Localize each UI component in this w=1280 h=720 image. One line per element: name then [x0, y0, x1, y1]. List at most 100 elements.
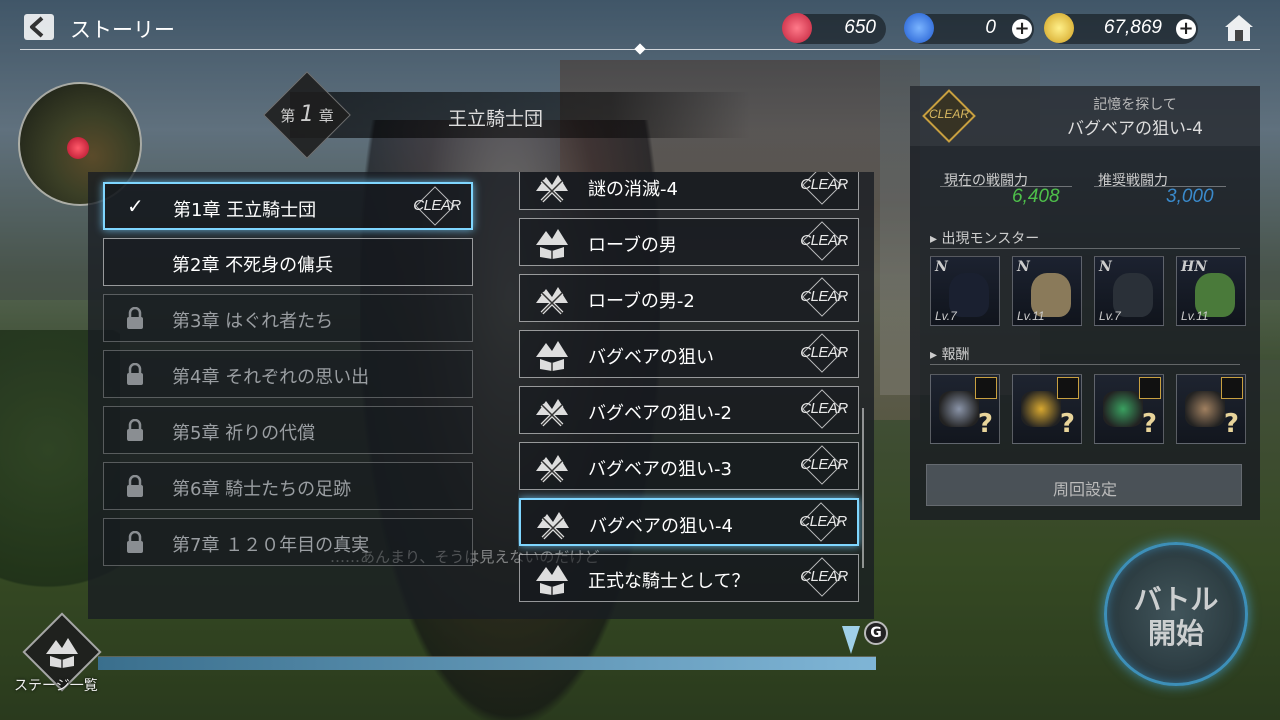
stage-item-label: バグベアの狙い-4: [589, 516, 733, 537]
chapter-item[interactable]: 第7章 １２０年目の真実: [103, 518, 473, 566]
stage-item[interactable]: 正式な騎士として？ CLEAR: [519, 554, 859, 602]
story-book-icon: [536, 229, 568, 259]
stage-item-label: ローブの男-2: [588, 291, 695, 312]
reward-flag-icon: [1057, 377, 1079, 399]
stage-item[interactable]: バグベアの狙い-3 CLEAR: [519, 442, 859, 490]
monster-level: Lv.11: [1181, 309, 1209, 323]
repeat-settings-button[interactable]: 周回設定: [926, 464, 1242, 506]
chapter-title: 王立騎士団: [448, 108, 544, 130]
clear-badge-text: CLEAR: [800, 288, 848, 305]
stage-item-label: ローブの男: [588, 235, 677, 256]
chapter-item[interactable]: 第2章 不死身の傭兵: [103, 238, 473, 286]
monster-rank: N: [935, 259, 948, 275]
clear-badge: CLEAR: [796, 445, 852, 485]
clear-badge-text: CLEAR: [800, 400, 848, 417]
reward-flag-icon: [1139, 377, 1161, 399]
story-book-icon: [536, 341, 568, 371]
lock-icon: [127, 531, 143, 553]
progress-fill: [98, 657, 876, 670]
start-battle-label: バトル 開始: [1133, 583, 1219, 650]
mountain-book-icon: [46, 638, 78, 668]
clear-badge: CLEAR: [796, 333, 852, 373]
stage-list-label: ステージ一覧: [14, 678, 98, 694]
add-sapphire-button[interactable]: +: [1012, 19, 1032, 39]
monster-slot[interactable]: N Lv.11: [1012, 256, 1082, 326]
stage-item[interactable]: バグベアの狙い-2 CLEAR: [519, 386, 859, 434]
page-title: ストーリー: [70, 18, 175, 42]
stage-item-label: バグベアの狙い: [588, 347, 714, 368]
battle-icon: [536, 399, 568, 427]
clear-badge: CLEAR: [796, 557, 852, 597]
reward-slot[interactable]: ?: [1012, 374, 1082, 444]
repeat-settings-label: 周回設定: [1052, 480, 1117, 499]
rewards-section-title: ▸ 報酬: [930, 347, 970, 363]
chapter-item[interactable]: 第4章 それぞれの思い出: [103, 350, 473, 398]
stage-item[interactable]: ローブの男-2 CLEAR: [519, 274, 859, 322]
clear-status-text: CLEAR: [928, 107, 969, 121]
grade-badge: G: [864, 621, 888, 645]
clear-badge-text: CLEAR: [799, 513, 847, 530]
checkmark-icon: ✓: [127, 194, 144, 218]
ruby-icon: [782, 13, 812, 43]
rewards-divider: [930, 364, 1240, 365]
stage-info-panel: CLEAR 記憶を探して バグベアの狙い-4 現在の戦闘力 6,408 推奨戦闘…: [910, 86, 1260, 520]
chapter-item-label: 第4章 それぞれの思い出: [172, 367, 370, 388]
reward-unknown-mark: ?: [977, 409, 993, 439]
monsters-divider: [930, 248, 1240, 249]
stage-item-label: 正式な騎士として？: [588, 571, 750, 592]
clear-badge: CLEAR: [796, 389, 852, 429]
lock-icon: [127, 419, 143, 441]
start-battle-button[interactable]: バトル 開始: [1104, 542, 1248, 686]
chapter-item-label: 第6章 騎士たちの足跡: [172, 479, 352, 500]
chapter-item-label: 第3章 はぐれ者たち: [172, 311, 334, 332]
reward-slot[interactable]: ?: [1176, 374, 1246, 444]
progress-marker: [842, 626, 860, 654]
stage-item[interactable]: バグベアの狙い-4 CLEAR: [519, 498, 859, 546]
clear-badge: CLEAR: [796, 172, 852, 205]
add-gold-button[interactable]: +: [1176, 19, 1196, 39]
battle-icon: [536, 455, 568, 483]
gold-counter: 67,869 +: [1044, 13, 1198, 44]
monster-slot[interactable]: HN Lv.11: [1176, 256, 1246, 326]
clear-badge-text: CLEAR: [800, 456, 848, 473]
recommended-power-label: 推奨戦闘力: [1098, 173, 1168, 189]
reward-item-icon: [1021, 391, 1061, 427]
sapphire-counter: 0 +: [904, 13, 1034, 44]
chapter-item-label: 第1章 王立騎士団: [173, 200, 317, 221]
chapter-item[interactable]: 第5章 祈りの代償: [103, 406, 473, 454]
reward-unknown-mark: ?: [1141, 409, 1157, 439]
chapter-item[interactable]: 第6章 騎士たちの足跡: [103, 462, 473, 510]
back-arrow-icon[interactable]: [22, 12, 56, 42]
chapter-item[interactable]: 第3章 はぐれ者たち: [103, 294, 473, 342]
clear-badge: CLEAR: [795, 502, 851, 542]
stage-item[interactable]: ローブの男 CLEAR: [519, 218, 859, 266]
monster-level: Lv.11: [1017, 309, 1045, 323]
monster-slot[interactable]: N Lv.7: [1094, 256, 1164, 326]
recommended-power-value: 3,000: [1166, 186, 1214, 207]
clear-badge: CLEAR: [409, 186, 465, 226]
clear-badge-text: CLEAR: [413, 197, 461, 214]
stage-item[interactable]: 謎の消滅-4 CLEAR: [519, 172, 859, 210]
reward-slot[interactable]: ?: [1094, 374, 1164, 444]
reward-flag-icon: [1221, 377, 1243, 399]
stage-item[interactable]: バグベアの狙い CLEAR: [519, 330, 859, 378]
stage-list[interactable]: 謎の消滅-4 CLEAR ローブの男 CLEAR ローブの男-2 CLEAR バグベアの狙い…: [518, 172, 862, 612]
home-icon[interactable]: [1222, 12, 1256, 44]
ruby-counter: 650: [782, 13, 886, 44]
clear-badge-text: CLEAR: [800, 568, 848, 585]
clear-badge: CLEAR: [796, 277, 852, 317]
monster-rank: HN: [1181, 259, 1208, 275]
reward-slot[interactable]: ?: [930, 374, 1000, 444]
monster-level: Lv.7: [935, 309, 957, 323]
chapter-number: 第 1 章: [280, 102, 334, 127]
chapter-item-label: 第2章 不死身の傭兵: [172, 255, 334, 276]
gold-coin-icon: [1044, 13, 1074, 43]
divider-ornament: [634, 43, 646, 55]
chapter-item[interactable]: ✓ 第1章 王立騎士団 CLEAR: [103, 182, 473, 230]
battle-icon: [536, 287, 568, 315]
monster-rank: N: [1017, 259, 1030, 275]
monster-slot[interactable]: N Lv.7: [930, 256, 1000, 326]
stage-list-scrollbar[interactable]: [862, 408, 864, 568]
clear-badge-text: CLEAR: [800, 176, 848, 193]
sapphire-icon: [904, 13, 934, 43]
